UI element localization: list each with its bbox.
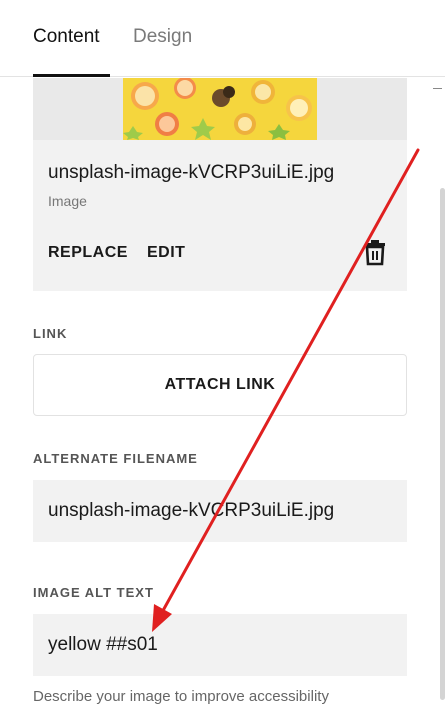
alt-text-helper: Describe your image to improve accessibi… xyxy=(33,688,329,705)
replace-button[interactable]: REPLACE xyxy=(48,244,128,262)
alt-text-field[interactable]: yellow ##s01 xyxy=(33,614,407,676)
panel-edge-marker xyxy=(433,88,442,89)
scrollbar[interactable] xyxy=(440,188,445,700)
link-section-label: LINK xyxy=(33,326,68,341)
image-filename: unsplash-image-kVCRP3uiLiE.jpg xyxy=(48,162,335,183)
tab-design[interactable]: Design xyxy=(133,26,192,48)
tab-content[interactable]: Content xyxy=(33,26,100,48)
alternate-filename-field[interactable]: unsplash-image-kVCRP3uiLiE.jpg xyxy=(33,480,407,542)
edit-button[interactable]: EDIT xyxy=(147,244,185,262)
trash-icon[interactable] xyxy=(363,240,387,266)
panel-tabs: Content Design xyxy=(0,0,445,77)
attach-link-button[interactable]: ATTACH LINK xyxy=(33,354,407,416)
alternate-filename-label: ALTERNATE FILENAME xyxy=(33,451,198,466)
image-type-label: Image xyxy=(48,193,87,209)
image-thumbnail[interactable] xyxy=(123,78,317,140)
image-card: unsplash-image-kVCRP3uiLiE.jpg Image REP… xyxy=(33,78,407,291)
active-tab-indicator xyxy=(33,74,110,77)
thumbnail-area xyxy=(33,78,407,140)
fruit-photo-icon xyxy=(123,78,317,140)
alt-text-label: IMAGE ALT TEXT xyxy=(33,585,154,600)
